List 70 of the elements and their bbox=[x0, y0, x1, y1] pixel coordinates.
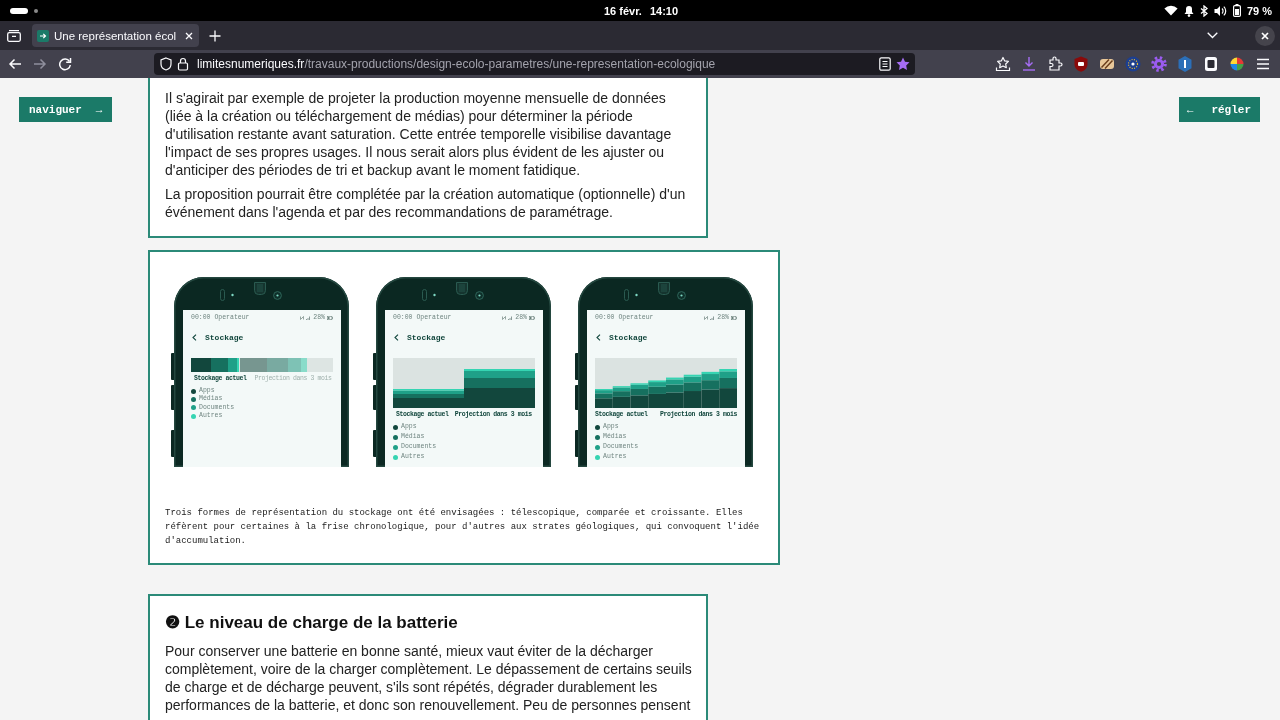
paragraph: Il s'agirait par exemple de projeter la production moyenne mensuelle de données (liée à la création ou téléchargement de médias) pour déterminer la période d'utilisation restante avant saturation. Cette entrée temporelle visibilise davantage l'impact de ses propres usages. Il nous serait alors plus évident de les ajuster ou d'anticiper des périodes de tri et backup avant le moment fatidique. bbox=[165, 89, 673, 179]
lock-icon[interactable] bbox=[177, 57, 189, 71]
bell-icon bbox=[1183, 4, 1194, 17]
arrow-icon: ← bbox=[1186, 103, 1194, 116]
square-tile-icon[interactable] bbox=[1202, 55, 1220, 73]
tray-icon[interactable] bbox=[7, 29, 21, 42]
nfc-icon bbox=[704, 316, 709, 320]
puzzle-icon[interactable] bbox=[1046, 55, 1064, 73]
status-dot-icon bbox=[34, 8, 38, 13]
battery-icon bbox=[529, 316, 535, 320]
screen-title: Stockage bbox=[205, 332, 244, 342]
paragraph: Pour conserver une batterie en bonne santé, mieux vaut éviter de la décharger complètement, voire de la charger complètement. Le dépassement de certains seuils de charge et de décharge peuvent, s'ils sont répétés, dégrader durablement les performances de la batterie, et donc son renouvellement. Peu de personnes pensent bbox=[165, 642, 693, 714]
screen-title: Stockage bbox=[407, 332, 446, 342]
sensor-icon bbox=[220, 289, 234, 301]
battery-icon bbox=[731, 316, 737, 320]
dotted-ring-icon[interactable] bbox=[1124, 55, 1142, 73]
bookmark-star-icon[interactable] bbox=[896, 57, 910, 71]
address-field[interactable]: limitesnumeriques.fr/travaux-productions/design-ecolo-parametres/une-representation-ecologique bbox=[154, 53, 915, 75]
camera-icon bbox=[475, 291, 484, 300]
current-storage-segment bbox=[191, 358, 211, 372]
signal-icon bbox=[508, 316, 514, 320]
arrow-left-icon bbox=[8, 57, 22, 71]
hexagon-icon[interactable] bbox=[1176, 55, 1194, 73]
arrow-tile-icon bbox=[37, 29, 49, 42]
browser-tab[interactable]: Une représentation écol bbox=[32, 24, 200, 47]
close-icon[interactable] bbox=[1255, 25, 1275, 46]
download-icon[interactable] bbox=[1020, 55, 1038, 73]
speaker-grille-icon bbox=[254, 282, 266, 295]
close-icon[interactable] bbox=[185, 31, 194, 40]
sensor-icon bbox=[624, 289, 638, 301]
nfc-icon bbox=[502, 316, 507, 320]
star-tray-icon[interactable] bbox=[994, 55, 1012, 73]
signal-icon bbox=[306, 316, 312, 320]
camera-icon bbox=[677, 291, 686, 300]
volume-icon bbox=[1213, 4, 1227, 17]
projected-storage-segment bbox=[240, 358, 267, 372]
bluetooth-icon bbox=[1199, 4, 1208, 17]
chevron-down-icon[interactable] bbox=[1207, 32, 1218, 39]
status-time: 14:10 bbox=[649, 4, 679, 17]
chevron-left-icon bbox=[596, 333, 601, 341]
wifi-icon bbox=[1163, 5, 1178, 16]
arrow-icon: → bbox=[95, 103, 103, 116]
plus-icon[interactable] bbox=[209, 29, 222, 42]
nav-button[interactable]: ← régler bbox=[1178, 97, 1260, 122]
gear-icon[interactable] bbox=[1150, 55, 1168, 73]
signal-icon bbox=[710, 316, 716, 320]
sensor-icon bbox=[422, 289, 436, 301]
section-heading: ❷ Le niveau de charge de la batterie bbox=[165, 612, 459, 634]
shield-icon[interactable] bbox=[1072, 55, 1090, 73]
reload-icon bbox=[58, 57, 72, 71]
screen-title: Stockage bbox=[609, 332, 648, 342]
reader-view-icon[interactable] bbox=[879, 57, 891, 71]
chevron-left-icon bbox=[394, 333, 399, 341]
chevron-left-icon bbox=[192, 333, 197, 341]
battery-icon bbox=[327, 316, 333, 320]
camera-icon bbox=[273, 291, 282, 300]
paragraph: La proposition pourrait être complétée par la création automatique (optionnelle) d'un événement dans l'agenda et par des recommandations de paramétrage. bbox=[165, 185, 686, 221]
battery-percentage: 79 % bbox=[1246, 4, 1272, 17]
nfc-icon bbox=[300, 316, 305, 320]
battery-icon bbox=[1232, 4, 1241, 17]
nav-button[interactable]: naviguer → bbox=[19, 97, 113, 122]
url-text: limitesnumeriques.fr/travaux-productions/design-ecolo-parametres/une-representation-ecologique bbox=[197, 57, 716, 71]
speaker-grille-icon bbox=[658, 282, 670, 295]
status-date: 16 févr. bbox=[603, 4, 642, 17]
speaker-grille-icon bbox=[456, 282, 468, 295]
figure-caption: Trois formes de représentation du stockage ont été envisagées : télescopique, comparée et croissante. Elles réfèrent pour certaines à la frise chronologique, pour d'autres aux strates géologiques, qui convoquent l'idée d'accumulation. bbox=[165, 507, 761, 548]
status-pill-icon bbox=[10, 7, 28, 14]
shield-icon[interactable] bbox=[160, 57, 172, 71]
arrow-right-icon bbox=[33, 57, 47, 71]
color-wheel-icon[interactable] bbox=[1228, 55, 1246, 73]
